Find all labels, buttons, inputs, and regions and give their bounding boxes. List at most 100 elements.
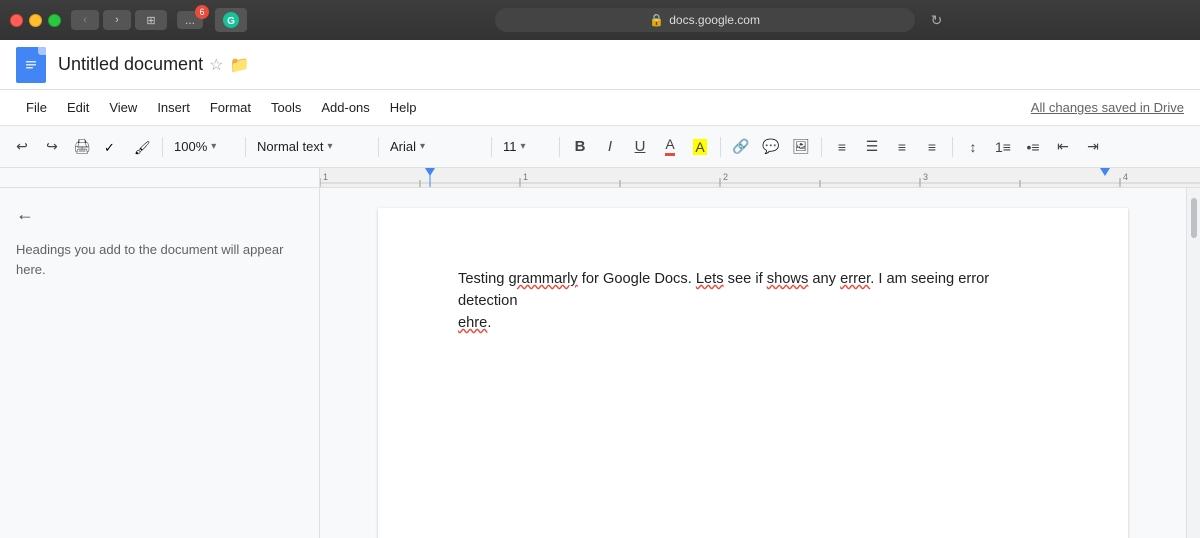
font-value: Arial [390,139,416,154]
main-area: ← Headings you add to the document will … [0,188,1200,538]
print-button[interactable]: 🖨 [68,133,96,161]
highlight-button[interactable]: A [686,133,714,161]
font-select[interactable]: Arial ▾ [385,133,485,161]
style-value: Normal text [257,139,323,154]
document-content[interactable]: Testing grammarly for Google Docs. Lets … [458,268,1048,334]
separator-3 [378,137,379,157]
svg-text:G: G [227,16,235,27]
text-errer: errer [840,271,870,287]
tab-grammarly[interactable]: G [215,8,247,32]
align-center-button[interactable]: ☰ [858,133,886,161]
decrease-indent-button[interactable]: ⇤ [1049,133,1077,161]
increase-indent-button[interactable]: ⇥ [1079,133,1107,161]
menu-tools[interactable]: Tools [261,96,311,119]
ruler: 1 1 2 3 4 [0,168,1200,188]
bullet-list-icon: •≡ [1026,139,1039,155]
menu-insert[interactable]: Insert [147,96,200,119]
text-testing: Testing [458,271,509,287]
spellcheck-icon: ✓ [104,139,120,155]
ruler-content: 1 1 2 3 4 [320,168,1200,187]
menu-bar: File Edit View Insert Format Tools Add-o… [0,90,1200,126]
menu-addons[interactable]: Add-ons [311,96,379,119]
svg-text:2: 2 [723,172,728,182]
text-final-period: . [487,315,491,331]
folder-icon[interactable]: 📁 [229,55,249,75]
text-color-button[interactable]: A [656,133,684,161]
style-select[interactable]: Normal text ▾ [252,133,372,161]
svg-text:🖌: 🖌 [134,140,150,155]
italic-button[interactable]: I [596,133,624,161]
forward-nav-button[interactable]: › [103,10,131,30]
image-button[interactable]: 🖼 [787,133,815,161]
font-size-select[interactable]: 11 ▾ [498,133,553,161]
text-any: any [808,271,840,287]
title-bar: ‹ › ⊞ ... 6 G 🔒 docs.google.com ↻ [0,0,1200,40]
link-button[interactable]: 🔗 [727,133,755,161]
separator-1 [162,137,163,157]
paint-format-icon: 🖌 [134,139,150,155]
tab-extensions[interactable]: ... 6 [177,11,203,29]
comment-button[interactable]: 💬 [757,133,785,161]
text-see-if: see if [724,271,767,287]
redo-button[interactable]: ↪ [38,133,66,161]
numbered-list-button[interactable]: 1≡ [989,133,1017,161]
scrollbar-panel [1186,188,1200,538]
numbered-list-icon: 1≡ [995,139,1011,155]
google-docs-icon [23,55,39,75]
document-area[interactable]: Testing grammarly for Google Docs. Lets … [320,188,1186,538]
menu-view[interactable]: View [99,96,147,119]
outline-sidebar: ← Headings you add to the document will … [0,188,320,538]
underline-button[interactable]: U [626,133,654,161]
svg-text:1: 1 [523,172,528,182]
traffic-lights [10,14,61,27]
justify-button[interactable]: ≡ [918,133,946,161]
style-chevron: ▾ [327,141,332,152]
text-color-icon: A [665,137,674,155]
svg-text:3: 3 [923,172,928,182]
refresh-button[interactable]: ↻ [931,12,943,29]
minimize-button[interactable] [29,14,42,27]
line-spacing-button[interactable]: ↕ [959,133,987,161]
sidebar-back-button[interactable]: ← [16,204,40,228]
address-bar[interactable]: 🔒 docs.google.com [495,8,915,32]
font-chevron: ▾ [420,141,425,152]
svg-text:4: 4 [1123,172,1128,182]
close-button[interactable] [10,14,23,27]
size-chevron: ▾ [521,141,526,152]
spellcheck-button[interactable]: ✓ [98,133,126,161]
text-grammarly: grammarly [509,271,578,287]
separator-5 [559,137,560,157]
font-size-value: 11 [503,139,517,154]
scrollbar-thumb[interactable] [1191,198,1197,238]
save-status: All changes saved in Drive [1031,100,1184,115]
tab-extensions-label: ... [185,13,195,27]
separator-2 [245,137,246,157]
align-left-button[interactable]: ≡ [828,133,856,161]
maximize-button[interactable] [48,14,61,27]
tab-badge-count: 6 [195,5,209,19]
menu-edit[interactable]: Edit [57,96,99,119]
back-nav-button[interactable]: ‹ [71,10,99,30]
zoom-chevron: ▾ [211,141,216,152]
window-layout-button[interactable]: ⊞ [135,10,167,30]
app-header: Untitled document ☆ 📁 [0,40,1200,90]
separator-8 [952,137,953,157]
separator-6 [720,137,721,157]
zoom-select[interactable]: 100% ▾ [169,133,239,161]
align-right-button[interactable]: ≡ [888,133,916,161]
undo-button[interactable]: ↩ [8,133,36,161]
bold-button[interactable]: B [566,133,594,161]
ruler-marks: 1 1 2 3 4 [320,168,1200,187]
text-lets: Lets [696,271,724,287]
toolbar: ↩ ↪ 🖨 ✓ 🖌 100% ▾ Normal text ▾ Arial ▾ 1… [0,126,1200,168]
star-icon[interactable]: ☆ [209,55,223,75]
doc-title[interactable]: Untitled document [58,54,203,75]
bullet-list-button[interactable]: •≡ [1019,133,1047,161]
svg-text:1: 1 [323,172,328,182]
menu-file[interactable]: File [16,96,57,119]
menu-format[interactable]: Format [200,96,261,119]
paint-format-button[interactable]: 🖌 [128,133,156,161]
text-ehre: ehre [458,315,487,331]
menu-help[interactable]: Help [380,96,427,119]
document-page: Testing grammarly for Google Docs. Lets … [378,208,1128,538]
